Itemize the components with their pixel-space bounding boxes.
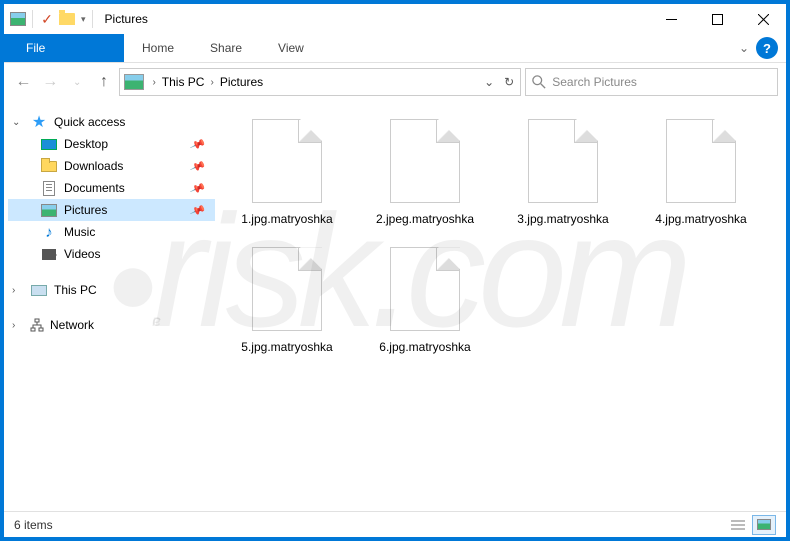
file-name: 1.jpg.matryoshka [227, 211, 347, 227]
sidebar-item-music[interactable]: ♪ Music [8, 221, 215, 243]
file-icon [252, 119, 322, 203]
sidebar-item-documents[interactable]: Documents 📌 [8, 177, 215, 199]
file-icon [666, 119, 736, 203]
quickaccess-label: Quick access [54, 115, 125, 129]
pin-icon: 📌 [189, 180, 206, 197]
file-name: 4.jpg.matryoshka [641, 211, 761, 227]
pin-icon: 📌 [189, 158, 206, 175]
forward-button[interactable]: → [39, 73, 62, 91]
window-title: Pictures [105, 12, 148, 26]
help-button[interactable]: ? [756, 37, 778, 59]
file-icon [390, 119, 460, 203]
sidebar-thispc[interactable]: › This PC [8, 279, 215, 301]
expand-ribbon-icon[interactable]: ⌄ [732, 34, 756, 62]
chevron-down-icon[interactable]: ⌄ [12, 117, 24, 128]
chevron-right-icon[interactable]: › [210, 77, 213, 88]
search-icon [532, 75, 546, 89]
qat-newfolder-icon[interactable] [59, 11, 75, 27]
file-icon [528, 119, 598, 203]
qat-customize-icon[interactable]: ▾ [81, 14, 86, 25]
monitor-icon [40, 136, 58, 152]
video-icon [40, 246, 58, 262]
file-item[interactable]: 2.jpeg.matryoshka [365, 119, 485, 227]
sidebar-item-pictures[interactable]: Pictures 📌 [8, 199, 215, 221]
status-bar: 6 items [4, 511, 786, 537]
file-item[interactable]: 6.jpg.matryoshka [365, 247, 485, 355]
refresh-icon[interactable]: ↻ [504, 75, 514, 89]
thumbnails-view-button[interactable] [752, 515, 776, 535]
minimize-button[interactable] [648, 4, 694, 34]
chevron-right-icon[interactable]: › [12, 285, 24, 296]
file-icon [252, 247, 322, 331]
pin-icon: 📌 [189, 136, 206, 153]
music-icon: ♪ [40, 224, 58, 240]
sidebar-network[interactable]: › Network [8, 315, 215, 335]
title-bar: ✓ ▾ Pictures [4, 4, 786, 34]
file-name: 3.jpg.matryoshka [503, 211, 623, 227]
file-item[interactable]: 1.jpg.matryoshka [227, 119, 347, 227]
search-placeholder: Search Pictures [552, 75, 637, 89]
file-item[interactable]: 4.jpg.matryoshka [641, 119, 761, 227]
address-dropdown-icon[interactable]: ⌄ [484, 75, 494, 89]
sidebar-item-desktop[interactable]: Desktop 📌 [8, 133, 215, 155]
network-icon [30, 318, 44, 332]
chevron-right-icon[interactable]: › [12, 320, 24, 331]
document-icon [40, 180, 58, 196]
folder-icon [40, 158, 58, 174]
up-button[interactable]: ↑ [93, 73, 116, 91]
file-name: 6.jpg.matryoshka [365, 339, 485, 355]
close-button[interactable] [740, 4, 786, 34]
navigation-bar: ← → ⌄ ↑ › This PC › Pictures ⌄ ↻ Search … [4, 63, 786, 101]
app-icon [10, 12, 26, 26]
sidebar-item-videos[interactable]: Videos [8, 243, 215, 265]
file-item[interactable]: 5.jpg.matryoshka [227, 247, 347, 355]
sidebar-item-downloads[interactable]: Downloads 📌 [8, 155, 215, 177]
qat-properties-icon[interactable]: ✓ [39, 11, 55, 27]
item-count: 6 items [14, 518, 53, 532]
sidebar-quickaccess[interactable]: ⌄ ★ Quick access [8, 111, 215, 133]
navigation-pane: ⌄ ★ Quick access Desktop 📌 Downloads 📌 D… [4, 101, 219, 511]
maximize-button[interactable] [694, 4, 740, 34]
picture-icon [40, 202, 58, 218]
file-name: 2.jpeg.matryoshka [365, 211, 485, 227]
crumb-thispc[interactable]: This PC [162, 75, 205, 89]
file-name: 5.jpg.matryoshka [227, 339, 347, 355]
pin-icon: 📌 [189, 202, 206, 219]
star-icon: ★ [30, 114, 48, 130]
crumb-pictures[interactable]: Pictures [220, 75, 263, 89]
ribbon-tabs: File Home Share View ⌄ ? [4, 34, 786, 63]
tab-home[interactable]: Home [124, 34, 192, 62]
pc-icon [30, 282, 48, 298]
tab-view[interactable]: View [260, 34, 322, 62]
search-box[interactable]: Search Pictures [525, 68, 778, 96]
back-button[interactable]: ← [12, 73, 35, 91]
files-pane[interactable]: 1.jpg.matryoshka 2.jpeg.matryoshka 3.jpg.m… [219, 101, 786, 511]
details-view-button[interactable] [726, 515, 750, 535]
chevron-right-icon[interactable]: › [152, 77, 155, 88]
file-tab[interactable]: File [4, 34, 124, 62]
explorer-window: ●PCrisk.com ✓ ▾ Pictures File Home Share… [4, 4, 786, 537]
address-bar[interactable]: › This PC › Pictures ⌄ ↻ [119, 68, 521, 96]
file-icon [390, 247, 460, 331]
recent-locations-icon[interactable]: ⌄ [66, 77, 89, 88]
location-icon [124, 74, 144, 90]
file-item[interactable]: 3.jpg.matryoshka [503, 119, 623, 227]
tab-share[interactable]: Share [192, 34, 260, 62]
